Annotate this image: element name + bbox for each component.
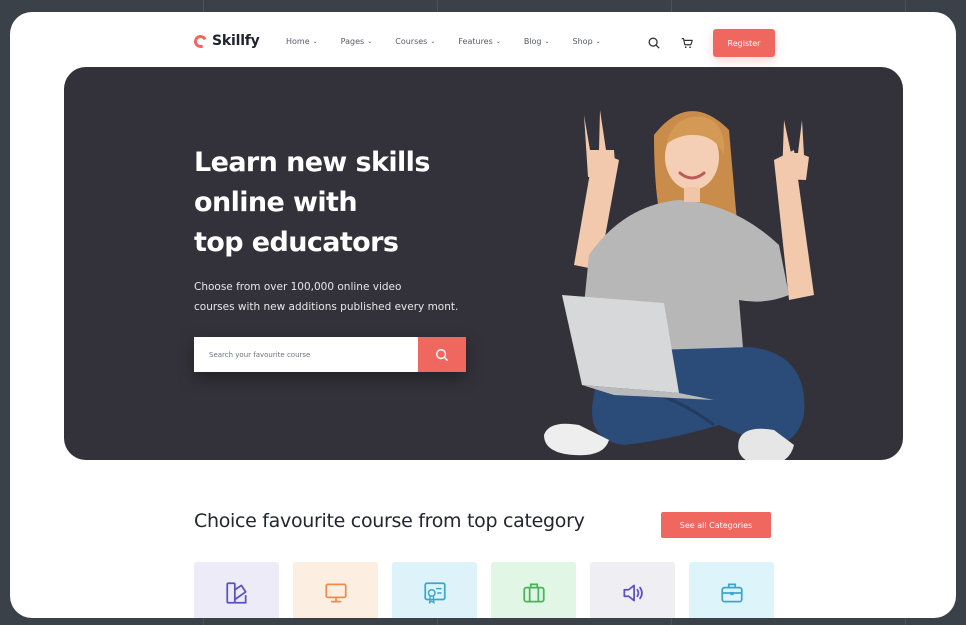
category-card-development[interactable] xyxy=(293,562,378,618)
landing-page: Skillfy Home ⌄ Pages ⌄ Courses ⌄ Feature… xyxy=(10,12,956,618)
nav-item-courses[interactable]: Courses ⌄ xyxy=(395,37,435,46)
register-button[interactable]: Register xyxy=(713,29,775,57)
nav-label: Home xyxy=(286,37,310,46)
nav-label: Pages xyxy=(340,37,365,46)
hero-title-line: online with xyxy=(194,187,358,218)
search-submit-button[interactable] xyxy=(418,337,466,372)
nav-label: Blog xyxy=(523,37,542,46)
nav-item-home[interactable]: Home ⌄ xyxy=(286,37,318,46)
hero-banner: Learn new skills online with top educato… xyxy=(64,67,903,460)
chevron-down-icon: ⌄ xyxy=(312,38,318,45)
hero-title: Learn new skills online with top educato… xyxy=(194,143,474,263)
category-cards xyxy=(194,562,774,618)
certificate-icon xyxy=(423,582,446,605)
logo-icon xyxy=(192,32,209,50)
see-all-categories-button[interactable]: See all Categories xyxy=(661,512,771,538)
chevron-down-icon: ⌄ xyxy=(495,38,501,45)
chevron-down-icon: ⌄ xyxy=(367,38,373,45)
nav-item-pages[interactable]: Pages ⌄ xyxy=(341,37,373,46)
student-illustration xyxy=(544,110,814,460)
cart-icon[interactable] xyxy=(680,36,694,50)
monitor-icon xyxy=(324,583,347,603)
hero-subtitle-line: courses with new additions published eve… xyxy=(194,301,459,313)
chevron-down-icon: ⌄ xyxy=(595,38,601,45)
chevron-down-icon: ⌄ xyxy=(430,38,436,45)
brand-name: Skillfy xyxy=(212,33,260,49)
nav-item-shop[interactable]: Shop ⌄ xyxy=(573,37,601,46)
briefcase-icon xyxy=(522,583,545,603)
logo[interactable]: Skillfy xyxy=(192,32,260,50)
nav-label: Shop xyxy=(572,37,593,46)
category-card-marketing[interactable] xyxy=(590,562,675,618)
hero-subtitle: Choose from over 100,000 online video co… xyxy=(194,277,514,317)
main-nav: Home ⌄ Pages ⌄ Courses ⌄ Features ⌄ Blog… xyxy=(286,37,624,46)
search-icon xyxy=(436,348,448,361)
megaphone-icon xyxy=(622,584,643,602)
nav-item-blog[interactable]: Blog ⌄ xyxy=(524,37,550,46)
hero-title-line: Learn new skills xyxy=(194,147,430,178)
search-icon[interactable] xyxy=(647,36,661,50)
hero-title-line: top educators xyxy=(194,227,399,258)
course-search-input[interactable] xyxy=(194,337,418,372)
category-card-tools[interactable] xyxy=(689,562,774,618)
category-card-certificate[interactable] xyxy=(392,562,477,618)
category-card-business[interactable] xyxy=(491,562,576,618)
chevron-down-icon: ⌄ xyxy=(544,38,550,45)
nav-item-features[interactable]: Features ⌄ xyxy=(458,37,500,46)
nav-label: Features xyxy=(458,37,493,46)
design-icon xyxy=(225,582,247,604)
category-section-title: Choice favourite course from top categor… xyxy=(194,510,585,532)
course-search xyxy=(194,337,466,372)
toolbox-icon xyxy=(720,583,743,603)
hero-subtitle-line: Choose from over 100,000 online video xyxy=(194,281,402,293)
site-header: Skillfy Home ⌄ Pages ⌄ Courses ⌄ Feature… xyxy=(10,12,956,72)
category-card-design[interactable] xyxy=(194,562,279,618)
nav-label: Courses xyxy=(395,37,428,46)
